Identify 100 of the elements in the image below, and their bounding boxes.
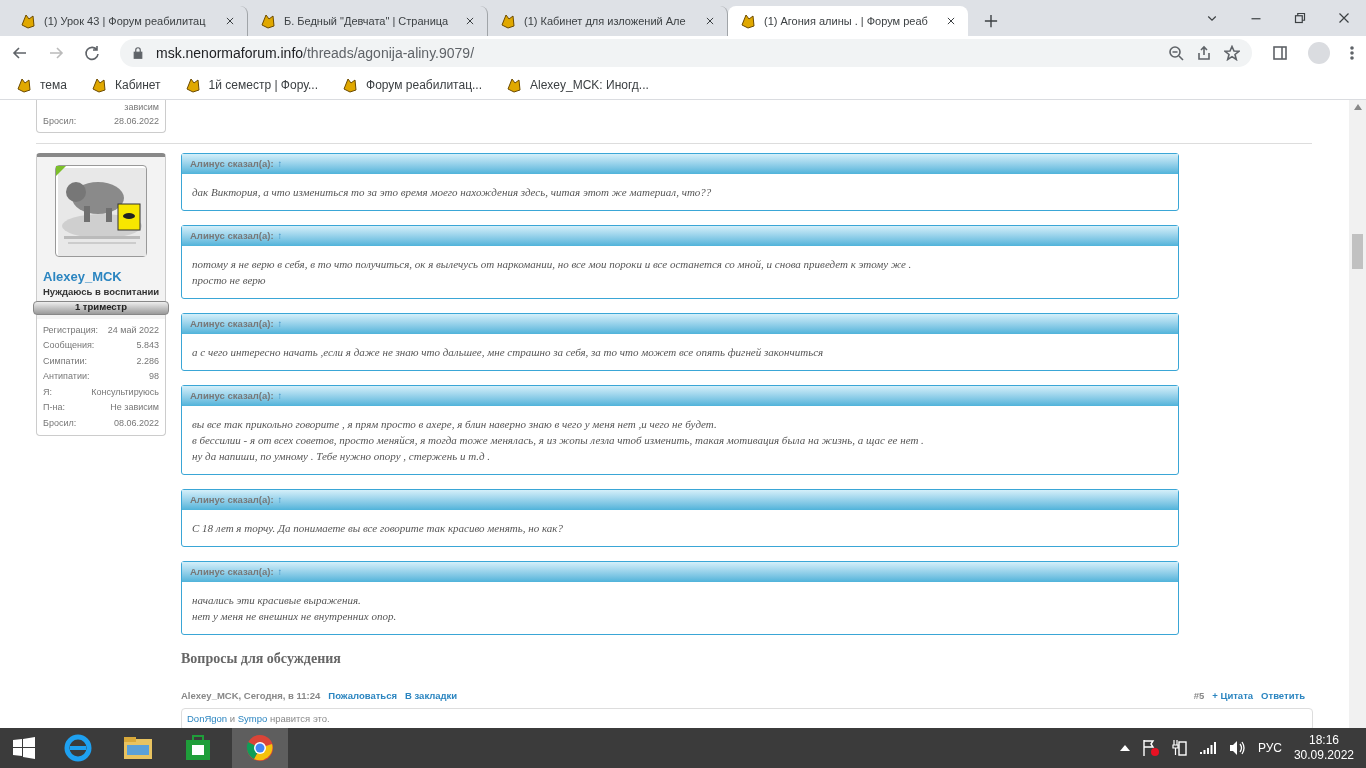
tab-title: (1) Кабинет для изложений Але: [524, 13, 687, 29]
stat-label: Антипатии:: [43, 370, 90, 383]
quote-text: дак Виктория, а что измениться то за это время моего нахождения здесь, читая этот же материал, что??: [192, 185, 713, 200]
user-link[interactable]: Sympo: [237, 713, 268, 725]
stat-value: 2.286: [136, 354, 159, 368]
sidebar-icon[interactable]: [1272, 45, 1288, 61]
restore-icon[interactable]: [1294, 12, 1306, 24]
address-bar[interactable]: msk.nenormaforum.info/threads/agonija-aliny.9079/: [120, 39, 1252, 67]
bookmark[interactable]: Кабинет: [90, 75, 161, 94]
jump-link[interactable]: ↑: [277, 492, 283, 508]
stat-value: 5.843: [136, 339, 159, 352]
section-heading: Вопросы для обсуждения: [181, 650, 342, 668]
url-text: msk.nenormaforum.info/threads/agonija-aliny.9079/: [156, 43, 476, 63]
jump-link[interactable]: ↑: [277, 316, 283, 332]
lock-icon: [132, 47, 144, 59]
post-action[interactable]: + Цитата: [1212, 689, 1254, 704]
tab-title: (1) Агония алины . | Форум реаб: [764, 13, 929, 29]
battery-icon[interactable]: [1171, 739, 1188, 757]
close-icon[interactable]: [225, 16, 235, 26]
browser-tab[interactable]: (1) Агония алины . | Форум реаб: [728, 6, 968, 36]
stat-value: 08.06.2022: [113, 416, 159, 430]
bookmark[interactable]: Alexey_MCK: Иногд...: [506, 75, 649, 94]
quote-text: потому я не верю в себя, в то что получиться, ок я вылечусь от наркомании, но все мои пороки и все останется со мной, и снова приведет к этому же .: [192, 257, 913, 272]
quote-attribution: Алинус сказал(а):: [190, 564, 274, 579]
site-favicon-icon: [184, 76, 201, 93]
stat-label: П-на:: [43, 401, 65, 414]
user-title: Нуждаюсь в воспитании: [43, 285, 159, 300]
share-icon[interactable]: [1196, 45, 1212, 61]
site-favicon-icon: [20, 13, 36, 29]
post-link[interactable]: Пожаловаться: [328, 689, 397, 704]
jump-link[interactable]: ↑: [277, 564, 283, 580]
close-icon[interactable]: [465, 16, 475, 26]
post-meta: Alexey_MCK, Сегодня, в 11:24: [181, 689, 321, 703]
site-favicon-icon: [506, 76, 522, 93]
stat-label: Сообщения:: [43, 339, 95, 352]
site-favicon-icon: [342, 76, 358, 93]
post-action[interactable]: Ответить: [1261, 689, 1305, 704]
star-icon[interactable]: [1224, 45, 1240, 61]
site-favicon-icon: [16, 76, 32, 93]
tray-arrow-icon[interactable]: [1119, 745, 1130, 751]
stat-label: Регистрация:: [43, 323, 99, 337]
post-number[interactable]: #5: [1193, 689, 1205, 704]
stat-value: 24 май 2022: [107, 323, 159, 337]
back-icon[interactable]: [12, 45, 28, 61]
site-favicon-icon: [260, 13, 276, 29]
quote-attribution: Алинус сказал(а):: [190, 388, 274, 403]
flag-error-icon[interactable]: [1141, 739, 1160, 757]
quote-attribution: Алинус сказал(а):: [190, 316, 274, 331]
quote-text: а с чего интересно начать ,если я даже не знаю что дальшее, мне страшно за себя, за то что может все опять фигней закончиться: [192, 345, 825, 360]
quote-text: С 18 лет я торчу. Да понимаете вы все говорите так красиво менять, но как?: [192, 521, 564, 536]
tab-title: Б. Бедный "Девчата" | Страница: [284, 13, 450, 29]
zoom-out-icon[interactable]: [1168, 45, 1184, 61]
stat-value: Консультируюсь: [91, 385, 159, 399]
stat-label: Бросил:: [43, 115, 77, 128]
new-tab-icon[interactable]: [984, 14, 998, 28]
stat-value: Не зависим: [110, 401, 159, 414]
quote-text: нет у меня не внешних не внутренних опор.: [192, 609, 398, 624]
bookmark[interactable]: тема: [16, 75, 67, 94]
reload-icon[interactable]: [84, 45, 100, 61]
quote-text: ну да напиши, по умному . Тебе нужно опору , стержень и т.д .: [192, 449, 492, 464]
jump-link[interactable]: ↑: [277, 228, 283, 244]
username[interactable]: Alexey_MCK: [43, 269, 159, 286]
bookmark[interactable]: Форум реабилитац...: [342, 75, 482, 94]
site-favicon-icon: [90, 76, 107, 93]
jump-link[interactable]: ↑: [277, 156, 283, 172]
scroll-up-icon[interactable]: [1353, 104, 1362, 110]
clock-date[interactable]: 30.09.2022: [1293, 748, 1354, 763]
quote-text: в бессилии - я от всех советов, просто меняйся, я тогда тоже менялась, я из жопы лезла чтоб изменить, такая мотивация была на жизнь, а щас ее нет .: [192, 433, 925, 448]
quote-text: вы все так прикольно говорите , я прям просто в ахере, я блин наверно знаю в чего у меня нет ,и чего не будет.: [192, 417, 718, 432]
volume-icon[interactable]: [1227, 740, 1246, 756]
close-icon[interactable]: [946, 16, 956, 26]
jump-link[interactable]: ↑: [277, 388, 283, 404]
stat-label: Бросил:: [43, 416, 77, 430]
chrome-icon[interactable]: [232, 728, 288, 768]
close-icon[interactable]: [705, 16, 715, 26]
post-link[interactable]: В закладки: [405, 689, 458, 704]
stat-label: Я:: [43, 385, 52, 399]
stat-value: 98: [149, 370, 159, 383]
stat-value: 28.06.2022: [113, 115, 159, 128]
quote-attribution: Алинус сказал(а):: [190, 492, 274, 507]
language-indicator[interactable]: РУС: [1257, 739, 1282, 757]
quote-text: просто не верю: [192, 273, 267, 288]
quote-attribution: Алинус сказал(а):: [190, 156, 274, 171]
stat-label: Симпатии:: [43, 354, 88, 368]
bookmark[interactable]: 1й семестр | Фору...: [184, 75, 318, 94]
signal-icon[interactable]: [1199, 741, 1216, 755]
tab-title: (1) Урок 43 | Форум реабилитац: [44, 13, 207, 29]
stat-value: зависим: [124, 101, 159, 114]
site-favicon-icon: [500, 13, 516, 29]
scroll-thumb[interactable]: [1352, 234, 1363, 269]
likes-text: DonЯgon и Sympo нравится это.: [187, 713, 330, 725]
user-link[interactable]: DonЯgon: [187, 713, 228, 725]
clock-time[interactable]: 18:16: [1308, 733, 1339, 748]
close-icon[interactable]: [1338, 12, 1350, 24]
rank-banner: 1 триместр: [33, 300, 169, 315]
quote-text: начались эти красивые выражения.: [192, 593, 362, 608]
quote-attribution: Алинус сказал(а):: [190, 228, 274, 243]
scrollbar[interactable]: [1349, 100, 1366, 728]
site-favicon-icon: [740, 13, 756, 29]
menu-icon[interactable]: [1350, 45, 1354, 61]
